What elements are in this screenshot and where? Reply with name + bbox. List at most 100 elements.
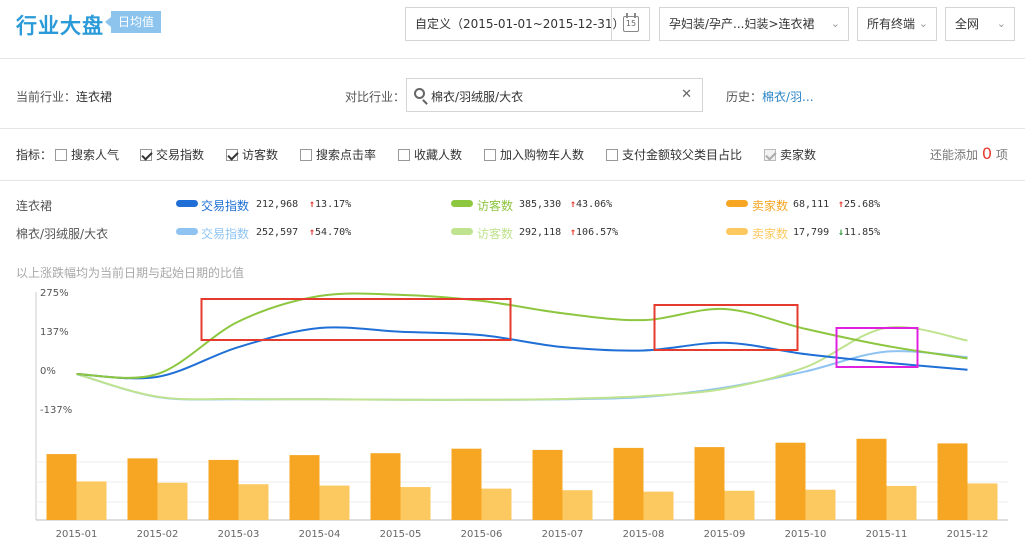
bar-sellers-dress xyxy=(451,448,482,520)
daily-average-badge: 日均值 xyxy=(105,11,161,33)
checkbox[interactable] xyxy=(55,149,67,161)
divider xyxy=(0,128,1025,129)
history-link[interactable]: 棉衣/羽... xyxy=(762,90,814,104)
category-select[interactable]: 孕妇装/孕产...妇装>连衣裙 ⌄ xyxy=(659,7,849,41)
x-tick-label: 2015-07 xyxy=(542,529,584,540)
bar-sellers-coat xyxy=(562,490,593,520)
checkbox[interactable] xyxy=(398,149,410,161)
metric-change-value: 106.57% xyxy=(576,227,619,238)
metric-change: ↑25.68% xyxy=(838,199,880,210)
metric-label[interactable]: 交易指数 xyxy=(201,197,249,214)
bar-sellers-dress xyxy=(532,449,563,520)
bar-sellers-dress xyxy=(289,455,320,520)
metric-label[interactable]: 卖家数 xyxy=(752,225,788,242)
metric-change: ↑43.06% xyxy=(570,199,612,210)
compare-industry-search[interactable]: 棉衣/羽绒服/大衣 ✕ xyxy=(406,78,703,112)
metric-change: ↓11.85% xyxy=(838,227,880,238)
metric-change: ↑13.17% xyxy=(309,199,351,210)
ratio-note: 以上涨跌幅均为当前日期与起始日期的比值 xyxy=(16,266,245,280)
metric-change-value: 54.70% xyxy=(315,227,352,238)
x-tick-label: 2015-02 xyxy=(137,529,179,540)
metric-label[interactable]: 访客数 xyxy=(477,225,513,242)
metric-label[interactable]: 访客数 xyxy=(477,197,513,214)
bar-sellers-coat xyxy=(724,490,755,520)
x-tick-label: 2015-09 xyxy=(704,529,746,540)
history-label: 历史： xyxy=(726,90,763,104)
compare-industry-input[interactable]: 棉衣/羽绒服/大衣 xyxy=(431,88,523,105)
legend-swatch xyxy=(176,200,198,207)
line-dress-visitors xyxy=(76,292,968,379)
checkbox[interactable] xyxy=(606,149,618,161)
x-tick-label: 2015-05 xyxy=(380,529,422,540)
checkbox[interactable] xyxy=(226,149,238,161)
x-tick-label: 2015-03 xyxy=(218,529,260,540)
remaining-count: 0 xyxy=(981,144,993,163)
metric-value: 385,330 xyxy=(519,199,562,210)
bar-sellers-dress xyxy=(370,453,401,520)
indicator-label: 搜索点击率 xyxy=(316,148,377,162)
legend-swatch xyxy=(451,228,473,235)
indicator-search-popularity[interactable]: 搜索人气 xyxy=(55,146,119,163)
chevron-down-icon: ⌄ xyxy=(996,17,1006,30)
metric-value: 212,968 xyxy=(256,199,299,210)
indicator-visitors[interactable]: 访客数 xyxy=(226,146,278,163)
checkbox[interactable] xyxy=(140,149,152,161)
metric-label[interactable]: 卖家数 xyxy=(752,197,788,214)
date-range-text: 自定义（2015-01-01~2015-12-31） xyxy=(415,17,625,31)
x-tick-label: 2015-10 xyxy=(785,529,827,540)
network-value: 全网 xyxy=(955,17,980,31)
terminal-select[interactable]: 所有终端 ⌄ xyxy=(857,7,937,41)
bar-sellers-dress xyxy=(775,442,806,520)
bar-sellers-coat xyxy=(319,485,350,520)
indicator-payment-share[interactable]: 支付金额较父类目占比 xyxy=(606,146,742,163)
indicator-search-ctr[interactable]: 搜索点击率 xyxy=(300,146,376,163)
bar-sellers-coat xyxy=(481,488,512,520)
x-tick-label: 2015-12 xyxy=(947,529,989,540)
remaining-suffix: 项 xyxy=(995,148,1008,162)
x-tick-label: 2015-11 xyxy=(866,529,908,540)
x-tick-label: 2015-04 xyxy=(299,529,341,540)
search-icon xyxy=(414,88,425,99)
page-title: 行业大盘 xyxy=(16,14,104,38)
indicator-trade-index[interactable]: 交易指数 xyxy=(140,146,204,163)
x-tick-label: 2015-01 xyxy=(56,529,98,540)
chevron-down-icon: ⌄ xyxy=(830,17,840,30)
bar-sellers-coat xyxy=(238,484,269,520)
remaining-slots: 还能添加 0 项 xyxy=(930,144,1008,163)
y-tick-label: 137% xyxy=(40,327,69,338)
bar-sellers-coat xyxy=(76,481,107,520)
remaining-prefix: 还能添加 xyxy=(930,148,979,162)
bar-sellers-dress xyxy=(613,447,644,520)
indicator-favorites[interactable]: 收藏人数 xyxy=(398,146,462,163)
current-industry-label: 当前行业： xyxy=(16,90,77,104)
calendar-icon[interactable]: 15 xyxy=(611,8,649,40)
clear-icon[interactable]: ✕ xyxy=(681,87,692,102)
calendar-day: 15 xyxy=(623,13,639,32)
bar-sellers-coat xyxy=(805,489,836,520)
metric-change: ↑106.57% xyxy=(570,227,618,238)
metric-change: ↑54.70% xyxy=(309,227,351,238)
metric-label[interactable]: 交易指数 xyxy=(201,225,249,242)
checkbox[interactable] xyxy=(300,149,312,161)
bar-sellers-dress xyxy=(46,454,77,520)
divider xyxy=(0,58,1025,59)
page-header: 行业大盘 日均值 自定义（2015-01-01~2015-12-31） 15 孕… xyxy=(0,0,1025,58)
x-tick-label: 2015-08 xyxy=(623,529,665,540)
compare-industry-label: 对比行业： xyxy=(345,90,406,104)
indicator-label: 搜索人气 xyxy=(71,148,120,162)
legend-swatch xyxy=(726,228,748,235)
metric-change-value: 43.06% xyxy=(576,199,613,210)
bar-sellers-dress xyxy=(694,447,725,520)
indicator-add-to-cart[interactable]: 加入购物车人数 xyxy=(484,146,584,163)
category-value: 孕妇装/孕产...妇装>连衣裙 xyxy=(669,17,815,31)
network-select[interactable]: 全网 ⌄ xyxy=(945,7,1015,41)
metric-value: 292,118 xyxy=(519,227,562,238)
checkbox[interactable] xyxy=(484,149,496,161)
indicators-label: 指标： xyxy=(16,148,53,162)
metric-value: 17,799 xyxy=(793,227,830,238)
current-industry: 当前行业：连衣裙 xyxy=(16,88,112,105)
metric-row-name: 连衣裙 xyxy=(16,199,53,213)
date-range-picker[interactable]: 自定义（2015-01-01~2015-12-31） 15 xyxy=(405,7,650,41)
bar-sellers-coat xyxy=(157,482,188,520)
indicator-label: 卖家数 xyxy=(780,148,817,162)
